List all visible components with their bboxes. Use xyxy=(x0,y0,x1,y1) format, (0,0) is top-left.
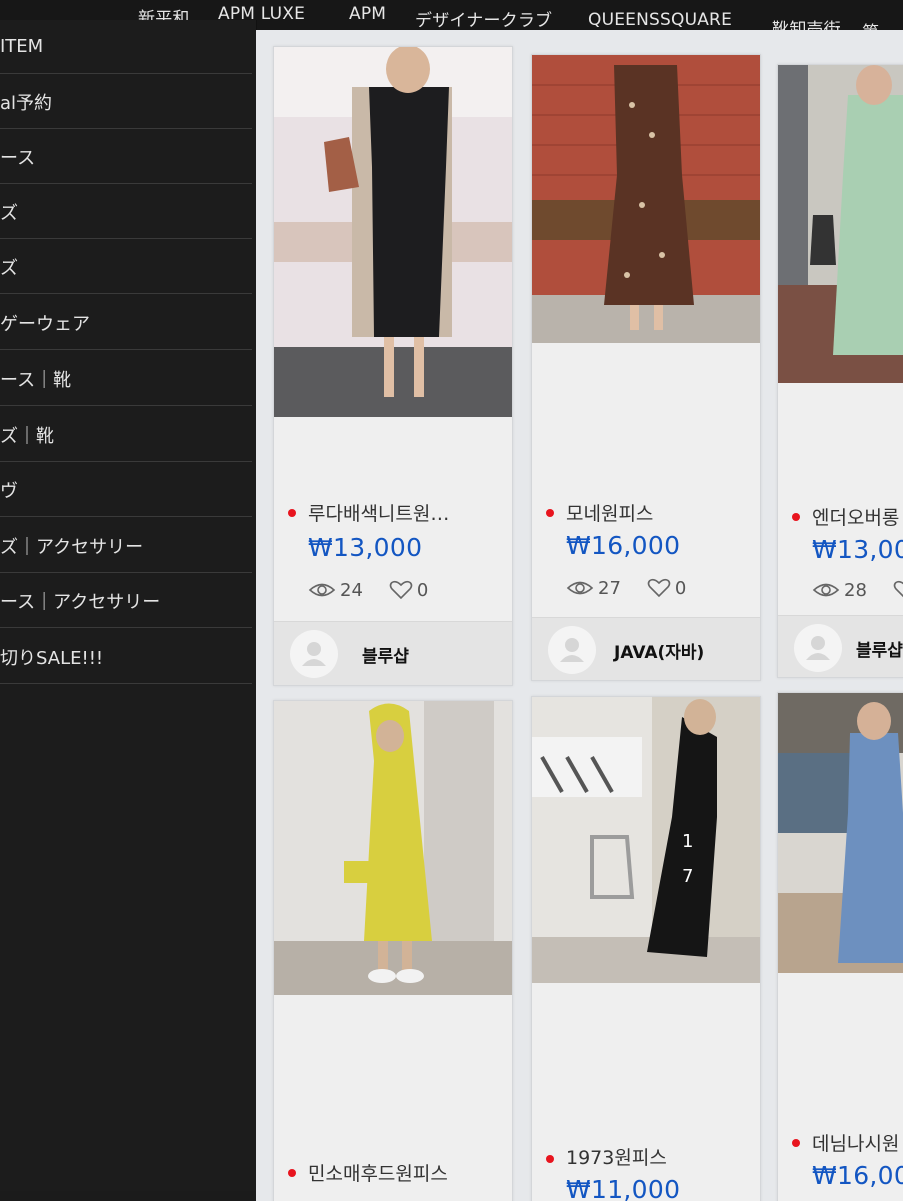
avatar xyxy=(794,624,842,672)
sidebar-item-label: ズ｜アクセサリー xyxy=(0,536,144,558)
heart-icon[interactable] xyxy=(893,580,903,600)
sidebar-item-onepiece-shoes[interactable]: ース｜靴 xyxy=(0,352,252,406)
product-card[interactable]: 데님나시원 ₩16,000 xyxy=(777,692,903,1201)
seller-name[interactable]: 블루샵 xyxy=(362,642,409,667)
sidebar-item-category-shoes[interactable]: ズ｜靴 xyxy=(0,408,252,462)
sidebar-item-label: ズ｜靴 xyxy=(0,425,54,447)
sidebar-item-label: ITEM xyxy=(0,36,44,57)
product-photo[interactable] xyxy=(532,55,760,343)
eye-icon xyxy=(308,581,336,599)
status-dot xyxy=(792,1139,800,1147)
product-card[interactable]: 1 7 1973원피스 ₩11,000 xyxy=(531,696,761,1201)
product-name[interactable]: 모네원피스 xyxy=(566,499,653,526)
product-photo[interactable] xyxy=(778,65,903,383)
product-card[interactable]: 엔더오버롱 ₩13,000 28 블루샵 xyxy=(777,64,903,678)
view-count: 27 xyxy=(598,577,621,599)
seller-name[interactable]: JAVA(자바) xyxy=(614,638,704,663)
status-dot xyxy=(288,1169,296,1177)
sidebar-item-category-5[interactable]: ズ xyxy=(0,240,252,294)
sidebar-item-label: ズ xyxy=(0,202,18,224)
sidebar-item-label: ゲーウェア xyxy=(0,313,90,335)
product-photo[interactable]: 1 7 xyxy=(532,697,760,983)
svg-text:7: 7 xyxy=(682,866,693,887)
product-stats: 28 xyxy=(812,579,903,601)
sidebar-item-reservation[interactable]: al予約 xyxy=(0,75,252,129)
product-card[interactable]: 모네원피스 ₩16,000 27 0 JAVA(자바) xyxy=(531,54,761,681)
product-stats: 27 0 xyxy=(566,577,686,599)
sidebar-item-label: 切りSALE!!! xyxy=(0,647,104,669)
status-dot xyxy=(288,509,296,517)
sidebar-item-category-4[interactable]: ズ xyxy=(0,185,252,239)
status-dot xyxy=(546,1155,554,1163)
view-count: 24 xyxy=(340,579,363,601)
product-price: ₩16,000 xyxy=(566,531,681,560)
topnav-item-designer-club[interactable]: デザイナークラブ xyxy=(415,6,552,31)
sidebar-item-label: ズ xyxy=(0,257,18,279)
sidebar-item-label: ヴ xyxy=(0,480,18,502)
view-count: 28 xyxy=(844,579,867,601)
sidebar-item-onepiece[interactable]: ース xyxy=(0,130,252,184)
eye-icon xyxy=(812,581,840,599)
product-stats: 24 0 xyxy=(308,579,428,601)
seller-name[interactable]: 블루샵 xyxy=(856,636,903,661)
product-name[interactable]: 데님나시원 xyxy=(812,1129,899,1156)
product-photo[interactable] xyxy=(274,47,512,417)
product-name[interactable]: 민소매후드원피스 xyxy=(308,1159,448,1186)
product-photo[interactable] xyxy=(778,693,903,973)
topnav-item-queenssquare[interactable]: QUEENSSQUARE xyxy=(588,10,732,30)
product-name[interactable]: 1973원피스 xyxy=(566,1143,667,1170)
product-photo-image xyxy=(274,701,512,995)
heart-icon[interactable] xyxy=(389,580,413,600)
sidebar-item-onepiece-accessory[interactable]: ース｜アクセサリー xyxy=(0,574,252,628)
product-photo-image: 1 7 xyxy=(532,697,760,983)
sidebar-item-label: ース｜アクセサリー xyxy=(0,591,161,613)
seller-bar[interactable]: 블루샵 xyxy=(274,621,512,685)
svg-text:1: 1 xyxy=(682,831,693,852)
product-photo[interactable] xyxy=(274,701,512,995)
product-price: ₩11,000 xyxy=(566,1175,681,1201)
product-price: ₩13,000 xyxy=(308,533,423,562)
sidebar-item-label: ース｜靴 xyxy=(0,369,72,391)
seller-bar[interactable]: JAVA(자바) xyxy=(532,617,760,680)
product-price: ₩13,000 xyxy=(812,535,903,564)
product-card[interactable]: 민소매후드원피스 xyxy=(273,700,513,1201)
user-icon xyxy=(302,642,326,666)
sidebar-item-item[interactable]: ITEM xyxy=(0,20,252,74)
sidebar-item-accessory[interactable]: ズ｜アクセサリー xyxy=(0,519,252,573)
product-name[interactable]: 엔더오버롱 xyxy=(812,503,899,530)
avatar xyxy=(548,626,596,674)
sidebar-item-sale[interactable]: 切りSALE!!! xyxy=(0,630,252,684)
category-sidebar: ITEM al予約 ース ズ ズ ゲーウェア ース｜靴 ズ｜靴 ヴ ズ｜アクセサ… xyxy=(0,20,257,1191)
user-icon xyxy=(560,638,584,662)
avatar xyxy=(290,630,338,678)
product-name[interactable]: 루다배색니트원… xyxy=(308,499,449,526)
product-card[interactable]: 루다배색니트원… ₩13,000 24 0 블루샵 xyxy=(273,46,513,686)
product-photo-image xyxy=(778,65,903,383)
product-grid: 루다배색니트원… ₩13,000 24 0 블루샵 모네원피스 ₩16,000 … xyxy=(256,30,903,1201)
sidebar-item-outerwear[interactable]: ゲーウェア xyxy=(0,296,252,350)
product-photo-image xyxy=(778,693,903,973)
like-count: 0 xyxy=(416,579,429,601)
user-icon xyxy=(806,636,830,660)
product-photo-image xyxy=(274,47,512,417)
product-photo-image xyxy=(532,55,760,343)
sidebar-item-label: ース xyxy=(0,147,36,169)
topnav-item-apm[interactable]: APM xyxy=(349,4,386,24)
product-price: ₩16,000 xyxy=(812,1161,903,1190)
status-dot xyxy=(792,513,800,521)
heart-icon[interactable] xyxy=(647,578,671,598)
sidebar-item-category-9[interactable]: ヴ xyxy=(0,463,252,517)
eye-icon xyxy=(566,579,594,597)
sidebar-item-label: al予約 xyxy=(0,92,53,114)
seller-bar[interactable]: 블루샵 xyxy=(778,615,903,677)
status-dot xyxy=(546,509,554,517)
like-count: 0 xyxy=(674,577,687,599)
